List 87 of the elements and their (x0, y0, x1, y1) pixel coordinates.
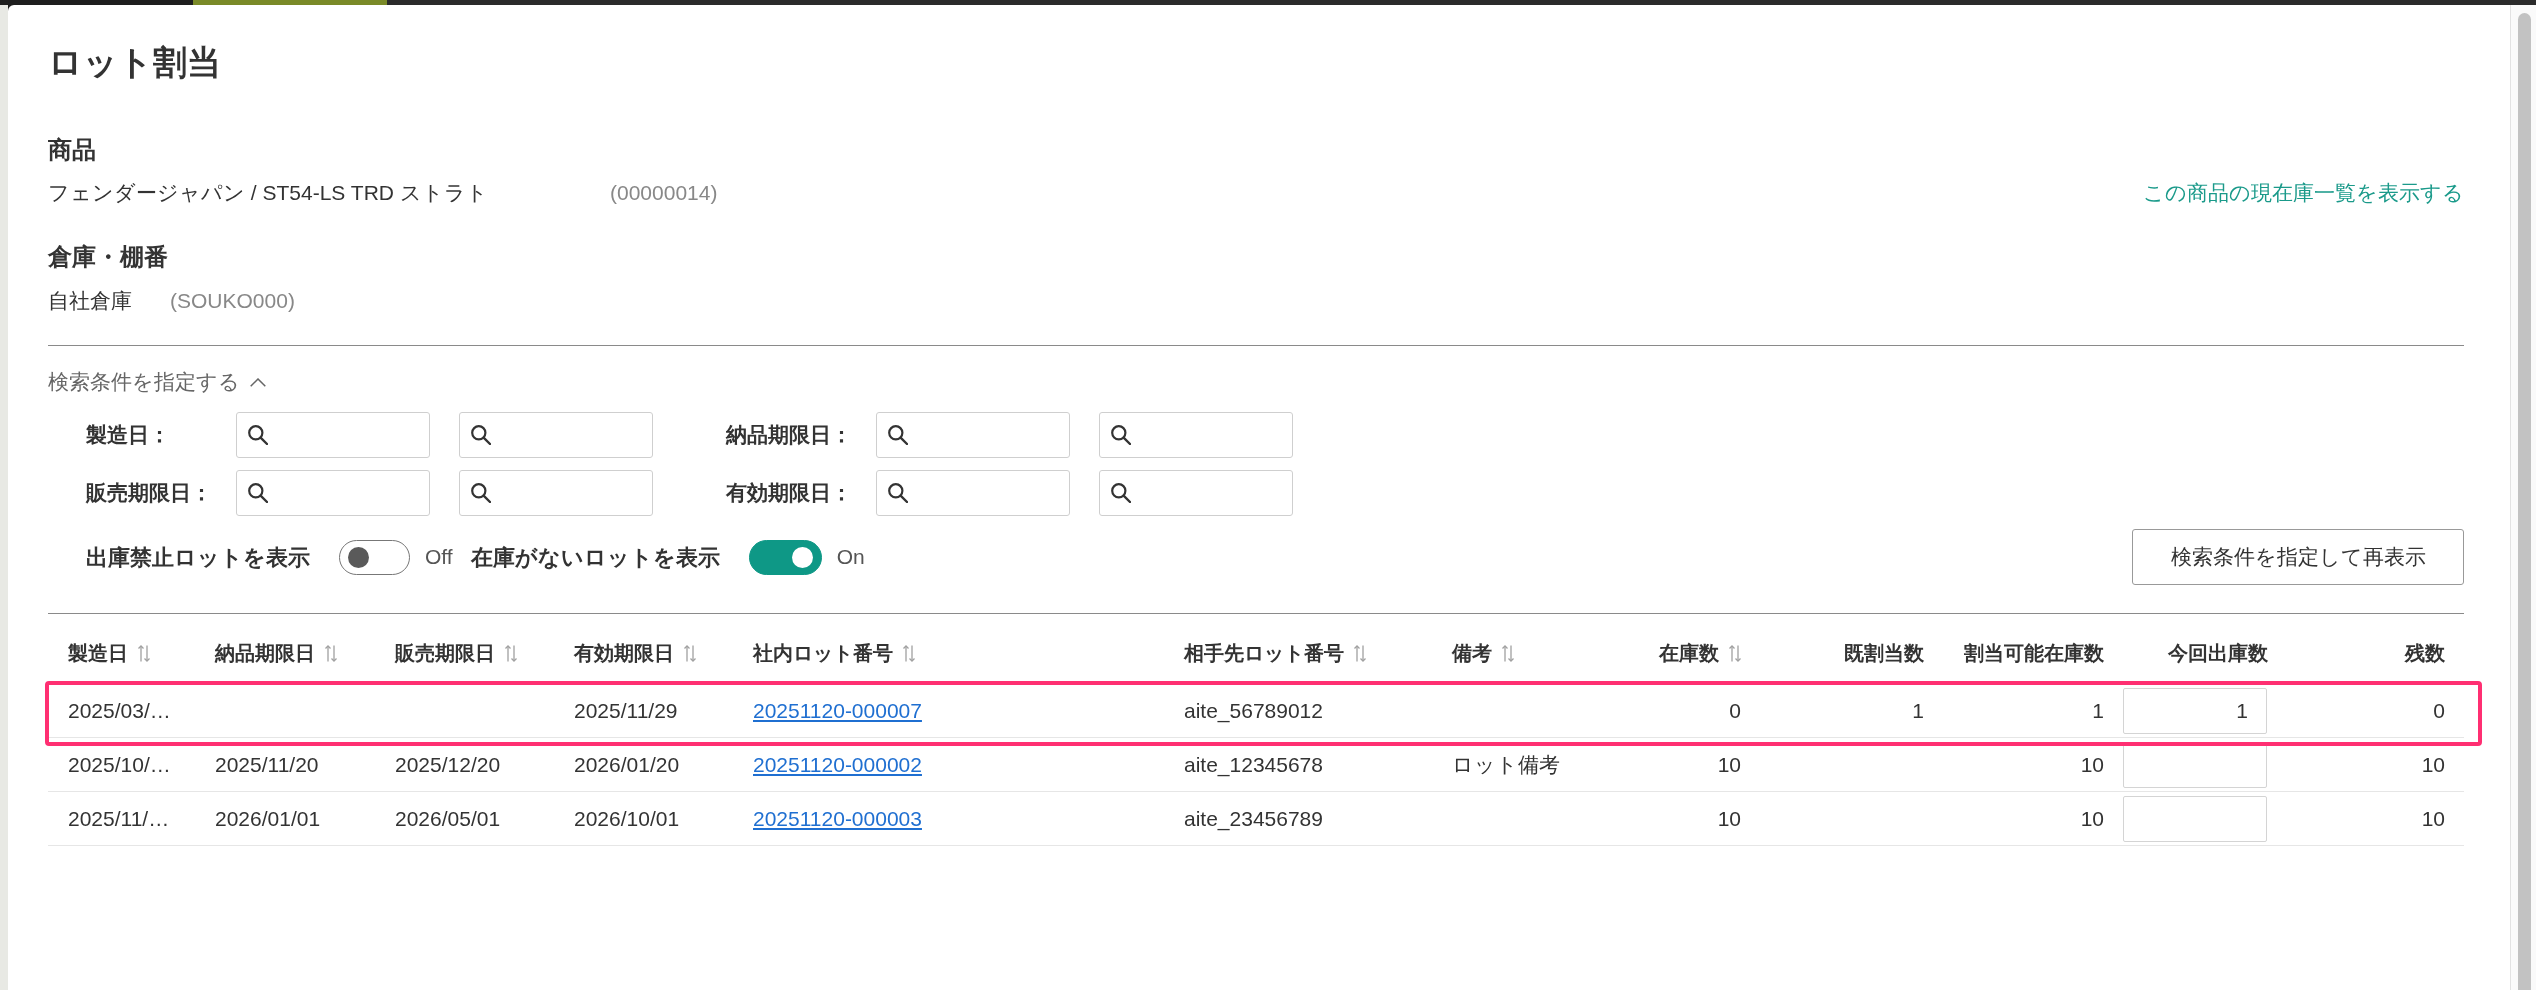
table-cell: aite_56789012 (1184, 698, 1323, 723)
table-cell: 2025/03/… (68, 698, 171, 723)
sort-icon[interactable] (1729, 644, 1741, 662)
table-cell: 10 (1717, 752, 1741, 777)
search-icon (248, 425, 268, 445)
switch-state-label: Off (425, 545, 453, 569)
sort-icon[interactable] (1502, 644, 1514, 662)
column-header[interactable]: 納品期限日 (215, 639, 337, 667)
date-field[interactable] (236, 412, 430, 458)
table-cell: 10 (1717, 806, 1741, 831)
table-cell: 2025/11/29 (574, 698, 678, 723)
quantity-input[interactable]: 1 (2123, 687, 2267, 734)
lot-number-link[interactable]: 20251120-000003 (753, 806, 922, 831)
column-header[interactable]: 在庫数 (1659, 639, 1741, 667)
column-header: 残数 (2405, 640, 2445, 666)
table-cell: 2026/10/01 (574, 806, 680, 831)
table-cell-text: ロット備考 (1452, 751, 1560, 778)
toggle-switch[interactable] (339, 539, 410, 575)
switch-label: 出庫禁止ロットを表示 (86, 544, 310, 572)
filter-label: 納品期限日： (726, 422, 847, 448)
search-icon (888, 483, 908, 503)
sort-icon[interactable] (684, 644, 696, 662)
search-conditions-toggle[interactable]: 検索条件を指定する (48, 367, 266, 397)
table-cell: 1 (2092, 698, 2104, 723)
table-cell: 2025/11/20 (215, 752, 319, 777)
search-icon (1111, 483, 1131, 503)
column-header[interactable]: 製造日 (68, 639, 150, 667)
search-icon (471, 425, 491, 445)
warehouse-name: 自社倉庫 (48, 288, 132, 314)
date-field[interactable] (1099, 412, 1293, 458)
table-cell: 10 (2080, 752, 2104, 777)
column-header: 既割当数 (1844, 640, 1924, 666)
date-field[interactable] (236, 470, 430, 516)
table-cell: 0 (1729, 698, 1741, 723)
table-cell: 1 (1912, 698, 1924, 723)
table-cell: 10 (2080, 806, 2104, 831)
table-cell: 2025/11/… (68, 806, 170, 831)
search-icon (1111, 425, 1131, 445)
section-heading: 商品 (48, 135, 96, 165)
product-name: フェンダージャパン / ST54-LS TRD ストラト (48, 180, 488, 206)
sort-icon[interactable] (138, 644, 150, 662)
table-cell: 2026/05/01 (395, 806, 501, 831)
filter-label: 製造日： (86, 422, 171, 448)
column-header: 今回出庫数 (2168, 640, 2268, 666)
table-cell: 2025/10/… (68, 752, 171, 777)
table-cell: 10 (2421, 752, 2445, 777)
chevron-up-icon (250, 377, 266, 387)
sort-icon[interactable] (325, 644, 337, 662)
lot-number-link[interactable]: 20251120-000007 (753, 698, 922, 723)
switch-state-label: On (836, 545, 865, 569)
sort-icon[interactable] (505, 644, 517, 662)
date-field[interactable] (459, 412, 653, 458)
sort-icon[interactable] (1354, 644, 1366, 662)
stock-list-link[interactable]: この商品の現在庫一覧を表示する (2143, 179, 2464, 207)
table-cell: 2025/12/20 (395, 752, 501, 777)
table-cell: 2026/01/20 (574, 752, 680, 777)
lot-number-link[interactable]: 20251120-000002 (753, 752, 922, 777)
filter-label: 有効期限日： (726, 480, 847, 506)
toggle-switch[interactable] (748, 539, 822, 575)
sort-icon[interactable] (903, 644, 915, 662)
product-code: (00000014) (610, 181, 718, 205)
search-icon (248, 483, 268, 503)
section-heading: 倉庫・棚番 (48, 242, 168, 272)
filter-label: 販売期限日： (86, 480, 207, 506)
switch-label: 在庫がないロットを表示 (470, 544, 720, 572)
column-header[interactable]: 相手先ロット番号 (1184, 639, 1366, 667)
warehouse-code: (SOUKO000) (170, 289, 295, 313)
date-field[interactable] (459, 470, 653, 516)
table-cell: aite_12345678 (1184, 752, 1323, 777)
date-field[interactable] (876, 470, 1070, 516)
scrollbar-thumb[interactable] (2518, 13, 2531, 990)
date-field[interactable] (876, 412, 1070, 458)
search-icon (471, 483, 491, 503)
column-header[interactable]: 販売期限日 (395, 639, 517, 667)
date-field[interactable] (1099, 470, 1293, 516)
refresh-search-button[interactable]: 検索条件を指定して再表示 (2132, 529, 2464, 585)
quantity-input[interactable] (2123, 795, 2267, 842)
table-cell: 0 (2433, 698, 2445, 723)
dialog-title: ロット割当 (48, 42, 221, 82)
search-icon (888, 425, 908, 445)
column-header[interactable]: 有効期限日 (574, 639, 696, 667)
table-cell: 2026/01/01 (215, 806, 321, 831)
column-header: 割当可能在庫数 (1964, 640, 2104, 666)
table-cell: 10 (2421, 806, 2445, 831)
column-header[interactable]: 社内ロット番号 (753, 639, 915, 667)
table-cell: aite_23456789 (1184, 806, 1323, 831)
column-header[interactable]: 備考 (1452, 639, 1514, 667)
